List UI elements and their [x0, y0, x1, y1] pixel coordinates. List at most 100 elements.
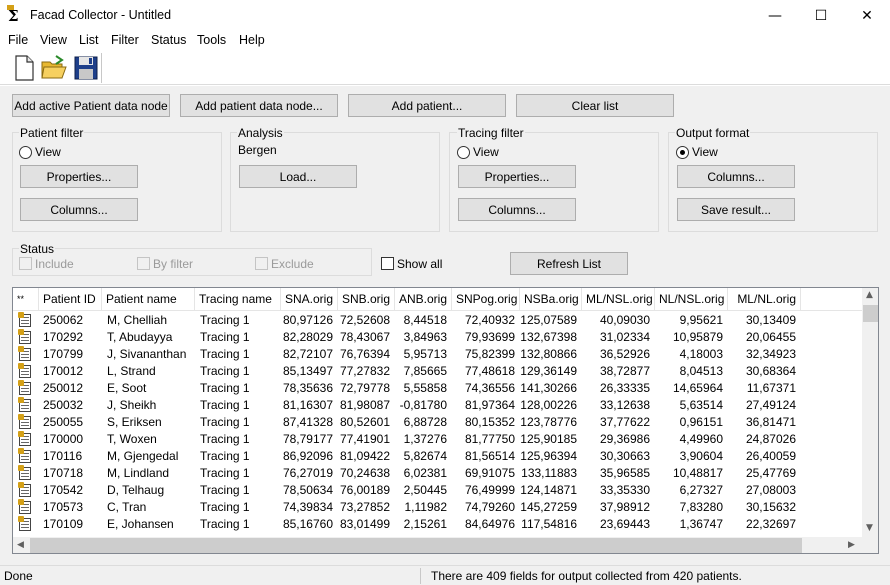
add-patient-button[interactable]: Add patient...: [348, 94, 506, 117]
table-row[interactable]: 170718 M, Lindland Tracing 1 76,27019 70,246…: [13, 465, 862, 482]
cell-sna: 87,41328: [282, 415, 333, 429]
cell-nsba: 141,30266: [520, 381, 577, 395]
status-left-text: Done: [4, 569, 33, 583]
minimize-button[interactable]: —: [752, 0, 798, 31]
tracing-filter-columns-button[interactable]: Columns...: [458, 198, 576, 221]
cell-ml-nl: 32,34923: [745, 347, 796, 361]
clear-list-button[interactable]: Clear list: [516, 94, 674, 117]
cell-snb: 83,01499: [339, 517, 390, 531]
menu-file[interactable]: File: [8, 33, 28, 47]
show-all-checkbox[interactable]: [381, 257, 394, 270]
maximize-button[interactable]: ☐: [798, 0, 844, 31]
cell-ml-nl: 24,87026: [745, 432, 796, 446]
tracing-filter-view-radio[interactable]: [457, 146, 470, 159]
column-header-snb[interactable]: SNB.orig: [338, 288, 395, 311]
cell-patient-id: 170109: [43, 517, 84, 531]
patient-record-icon: [18, 312, 31, 327]
patient-filter-columns-button[interactable]: Columns...: [20, 198, 138, 221]
save-result-button[interactable]: Save result...: [677, 198, 795, 221]
cell-nl-nsl: 7,83280: [679, 500, 723, 514]
vertical-scroll-thumb[interactable]: [863, 305, 878, 322]
menu-help[interactable]: Help: [239, 33, 265, 47]
patient-list[interactable]: ** Patient ID Patient name Tracing name …: [12, 287, 879, 554]
cell-patient-name: T, Woxen: [107, 432, 157, 446]
table-row[interactable]: 170109 E, Johansen Tracing 1 85,16760 83,014…: [13, 516, 862, 533]
menu-tools[interactable]: Tools: [197, 33, 226, 47]
column-header-anb[interactable]: ANB.orig: [395, 288, 452, 311]
by-filter-checkbox[interactable]: [137, 257, 150, 270]
table-row[interactable]: 170542 D, Telhaug Tracing 1 78,50634 76,0018…: [13, 482, 862, 499]
table-row[interactable]: 170000 T, Woxen Tracing 1 78,79177 77,41901 1…: [13, 431, 862, 448]
table-row[interactable]: 250062 M, Chelliah Tracing 1 80,97126 72,526…: [13, 312, 862, 329]
table-row[interactable]: 170012 L, Strand Tracing 1 85,13497 77,27832…: [13, 363, 862, 380]
patient-record-icon: [18, 431, 31, 446]
menu-view[interactable]: View: [40, 33, 67, 47]
cell-sna: 78,79177: [282, 432, 333, 446]
table-row[interactable]: 170292 T, Abudayya Tracing 1 82,28029 78,430…: [13, 329, 862, 346]
patient-record-icon: [18, 329, 31, 344]
analysis-load-button[interactable]: Load...: [239, 165, 357, 188]
cell-tracing-name: Tracing 1: [200, 483, 250, 497]
column-header-patient-id[interactable]: Patient ID: [39, 288, 102, 311]
cell-sna: 78,35636: [282, 381, 333, 395]
column-header-sna[interactable]: SNA.orig: [281, 288, 338, 311]
output-format-view-label: View: [692, 145, 718, 159]
cell-anb: 5,95713: [403, 347, 447, 361]
patient-filter-view-radio[interactable]: [19, 146, 32, 159]
scroll-up-icon[interactable]: ▲: [866, 290, 873, 300]
column-header-status[interactable]: **: [13, 288, 39, 311]
new-file-icon[interactable]: [10, 54, 38, 82]
cell-ml-nsl: 40,09030: [599, 313, 650, 327]
cell-snpog: 72,40932: [464, 313, 515, 327]
scroll-right-icon[interactable]: ▶: [848, 540, 855, 550]
menu-filter[interactable]: Filter: [111, 33, 139, 47]
tracing-filter-properties-button[interactable]: Properties...: [458, 165, 576, 188]
table-row[interactable]: 250012 E, Soot Tracing 1 78,35636 72,79778 5,…: [13, 380, 862, 397]
add-active-patient-button[interactable]: Add active Patient data node: [12, 94, 170, 117]
table-row[interactable]: 250055 S, Eriksen Tracing 1 87,41328 80,5260…: [13, 414, 862, 431]
output-format-view-radio[interactable]: [676, 146, 689, 159]
patient-filter-properties-button[interactable]: Properties...: [20, 165, 138, 188]
column-header-ml-nsl[interactable]: ML/NSL.orig: [582, 288, 655, 311]
column-header-nl-nsl[interactable]: NL/NSL.orig: [655, 288, 728, 311]
cell-patient-name: J, Sheikh: [107, 398, 157, 412]
output-format-columns-button[interactable]: Columns...: [677, 165, 795, 188]
cell-snb: 76,76394: [339, 347, 390, 361]
save-disk-icon[interactable]: [72, 54, 100, 82]
cell-snpog: 80,15352: [464, 415, 515, 429]
cell-anb: 8,44518: [403, 313, 447, 327]
cell-nl-nsl: 0,96151: [679, 415, 723, 429]
column-header-snpog[interactable]: SNPog.orig: [452, 288, 520, 311]
column-header-tracing-name[interactable]: Tracing name: [195, 288, 281, 311]
cell-patient-name: M, Chelliah: [107, 313, 168, 327]
horizontal-scroll-thumb[interactable]: [30, 538, 802, 553]
table-row[interactable]: 170799 J, Sivananthan Tracing 1 82,72107 76,…: [13, 346, 862, 363]
refresh-list-button[interactable]: Refresh List: [510, 252, 628, 275]
cell-snb: 77,27832: [339, 364, 390, 378]
cell-ml-nsl: 38,72877: [599, 364, 650, 378]
scroll-down-icon[interactable]: ▼: [866, 523, 873, 533]
cell-ml-nl: 36,81471: [745, 415, 796, 429]
horizontal-scrollbar[interactable]: ◀ ▶: [13, 537, 862, 553]
scroll-left-icon[interactable]: ◀: [17, 540, 24, 550]
include-checkbox[interactable]: [19, 257, 32, 270]
column-header-nsba[interactable]: NSBa.orig: [520, 288, 582, 311]
cell-snb: 76,00189: [339, 483, 390, 497]
vertical-scrollbar[interactable]: ▲ ▼: [862, 288, 878, 537]
add-patient-node-button[interactable]: Add patient data node...: [180, 94, 338, 117]
menu-status[interactable]: Status: [151, 33, 186, 47]
table-row[interactable]: 170116 M, Gjengedal Tracing 1 86,92096 81,09…: [13, 448, 862, 465]
cell-anb: 3,84963: [403, 330, 447, 344]
cell-anb: 6,02381: [403, 466, 447, 480]
close-button[interactable]: ✕: [844, 0, 890, 31]
patient-record-icon: [18, 346, 31, 361]
exclude-checkbox[interactable]: [255, 257, 268, 270]
cell-snb: 80,52601: [339, 415, 390, 429]
column-header-ml-nl[interactable]: ML/NL.orig: [728, 288, 801, 311]
column-header-patient-name[interactable]: Patient name: [102, 288, 195, 311]
table-row[interactable]: 170573 C, Tran Tracing 1 74,39834 73,27852 1,…: [13, 499, 862, 516]
open-folder-icon[interactable]: [40, 54, 68, 82]
table-row[interactable]: 250032 J, Sheikh Tracing 1 81,16307 81,98087…: [13, 397, 862, 414]
menu-list[interactable]: List: [79, 33, 98, 47]
cell-nl-nsl: 4,18003: [679, 347, 723, 361]
